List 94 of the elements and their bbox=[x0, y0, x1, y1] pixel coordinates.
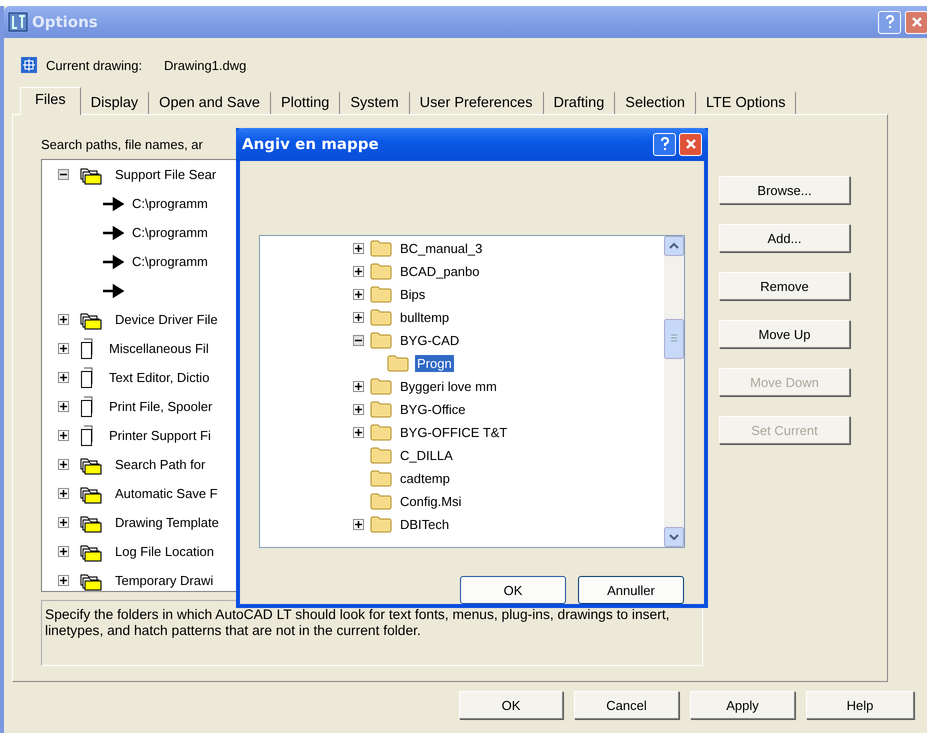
expand-icon[interactable] bbox=[353, 266, 364, 277]
side-button[interactable]: Browse... bbox=[719, 176, 850, 204]
close-button[interactable] bbox=[679, 132, 702, 156]
help-button[interactable] bbox=[878, 10, 901, 34]
folder-icon bbox=[370, 469, 392, 488]
expand-icon[interactable] bbox=[58, 401, 69, 412]
folder-item[interactable]: BYG-CAD bbox=[398, 332, 462, 349]
folder-icon bbox=[370, 239, 392, 258]
window-title: Options bbox=[32, 13, 99, 31]
close-icon bbox=[684, 138, 696, 150]
expand-icon[interactable] bbox=[58, 575, 69, 586]
folder-item[interactable]: C_DILLA bbox=[398, 446, 455, 464]
scroll-thumb[interactable] bbox=[664, 318, 684, 359]
app-icon bbox=[8, 12, 28, 32]
expand-icon[interactable] bbox=[353, 312, 364, 323]
expand-icon[interactable] bbox=[353, 518, 364, 530]
folder-item[interactable]: BYG-Office bbox=[398, 400, 468, 418]
side-button[interactable]: Add... bbox=[719, 224, 850, 252]
tab[interactable]: Files bbox=[20, 87, 81, 115]
expand-icon[interactable] bbox=[58, 343, 69, 354]
folder-icon bbox=[387, 354, 409, 372]
folder-item[interactable]: Progn bbox=[415, 354, 454, 372]
tree-item[interactable]: Automatic Save F bbox=[113, 485, 220, 502]
panel-label: Search paths, file names, ar bbox=[41, 137, 203, 154]
expand-icon[interactable] bbox=[58, 459, 69, 470]
expand-icon[interactable] bbox=[58, 488, 69, 499]
expand-icon[interactable] bbox=[58, 372, 69, 383]
scroll-down-icon[interactable] bbox=[664, 527, 684, 547]
current-drawing-value: Drawing1.dwg bbox=[164, 58, 246, 72]
folder-icon bbox=[370, 285, 392, 304]
folder-icon bbox=[370, 262, 392, 280]
folder-item[interactable]: BYG-OFFICE T&T bbox=[398, 424, 510, 441]
expand-icon[interactable] bbox=[353, 288, 364, 300]
side-button[interactable]: Remove bbox=[719, 272, 850, 300]
tree-item[interactable]: Log File Location bbox=[113, 543, 216, 560]
folder-item[interactable]: BCAD_panbo bbox=[398, 262, 482, 280]
folder-item[interactable]: bulltemp bbox=[398, 308, 452, 326]
dialog-button[interactable]: OK bbox=[459, 691, 563, 719]
dialog-button[interactable]: Cancel bbox=[574, 691, 679, 719]
folder-item[interactable]: DBITech bbox=[398, 516, 452, 533]
tree-item[interactable]: Drawing Template bbox=[113, 514, 221, 531]
expand-icon[interactable] bbox=[353, 242, 364, 254]
help-button[interactable] bbox=[653, 132, 676, 156]
arrow-icon bbox=[102, 226, 124, 240]
folder-icon bbox=[370, 492, 392, 510]
folder-item[interactable]: Config.Msi bbox=[398, 492, 464, 510]
arrow-icon bbox=[102, 284, 124, 298]
tree-item[interactable]: Support File Sear bbox=[113, 166, 218, 183]
folder-icon bbox=[370, 446, 392, 464]
dialog-title: Angiv en mappe bbox=[242, 135, 380, 154]
tree-item[interactable]: Search Path for bbox=[113, 456, 208, 473]
scrollbar[interactable] bbox=[664, 236, 684, 547]
arrow-icon bbox=[102, 254, 124, 268]
collapse-icon[interactable] bbox=[58, 169, 69, 180]
folder-item[interactable]: Byggeri love mm bbox=[398, 378, 499, 395]
folder-icon bbox=[370, 377, 392, 396]
folder-icon bbox=[370, 515, 392, 534]
tree-item[interactable]: Printer Support Fi bbox=[107, 427, 213, 444]
drawing-icon bbox=[20, 56, 38, 74]
expand-icon[interactable] bbox=[58, 546, 69, 557]
question-icon bbox=[884, 15, 894, 29]
folder-item[interactable]: BC_manual_3 bbox=[398, 240, 484, 257]
tree-item[interactable]: Text Editor, Dictio bbox=[107, 369, 212, 386]
side-button[interactable]: Move Up bbox=[719, 320, 850, 348]
expand-icon[interactable] bbox=[353, 404, 364, 415]
folder-icon bbox=[370, 400, 392, 418]
question-icon bbox=[660, 137, 670, 152]
folder-icon bbox=[370, 308, 392, 326]
expand-icon[interactable] bbox=[58, 517, 69, 528]
expand-icon[interactable] bbox=[58, 314, 69, 325]
path-item[interactable]: C:\programm bbox=[130, 195, 210, 212]
dialog-button[interactable]: OK bbox=[460, 576, 566, 604]
expand-icon[interactable] bbox=[58, 430, 69, 441]
dialog-button[interactable]: Annuller bbox=[578, 576, 684, 604]
arrow-icon bbox=[102, 196, 124, 210]
folder-item[interactable]: Bips bbox=[398, 286, 428, 303]
close-button[interactable] bbox=[905, 10, 927, 34]
tree-item[interactable]: Miscellaneous Fil bbox=[107, 340, 211, 357]
tree-item[interactable]: Print File, Spooler bbox=[107, 398, 214, 415]
close-icon bbox=[910, 16, 922, 28]
expand-icon[interactable] bbox=[353, 380, 364, 392]
current-drawing-label: Current drawing: bbox=[46, 58, 144, 72]
dialog-button[interactable]: Help bbox=[806, 691, 914, 719]
expand-icon[interactable] bbox=[353, 426, 364, 438]
folder-icon bbox=[370, 331, 392, 350]
dialog-button[interactable]: Apply bbox=[690, 691, 795, 719]
tree-item[interactable]: Device Driver File bbox=[113, 311, 220, 328]
tree-item[interactable]: Temporary Drawi bbox=[113, 572, 216, 589]
collapse-icon[interactable] bbox=[353, 334, 364, 346]
folder-icon bbox=[370, 423, 392, 442]
scroll-up-icon[interactable] bbox=[664, 236, 684, 256]
path-item[interactable]: C:\programm bbox=[130, 224, 210, 241]
folder-item[interactable]: cadtemp bbox=[398, 470, 452, 487]
path-item[interactable]: C:\programm bbox=[130, 253, 210, 270]
